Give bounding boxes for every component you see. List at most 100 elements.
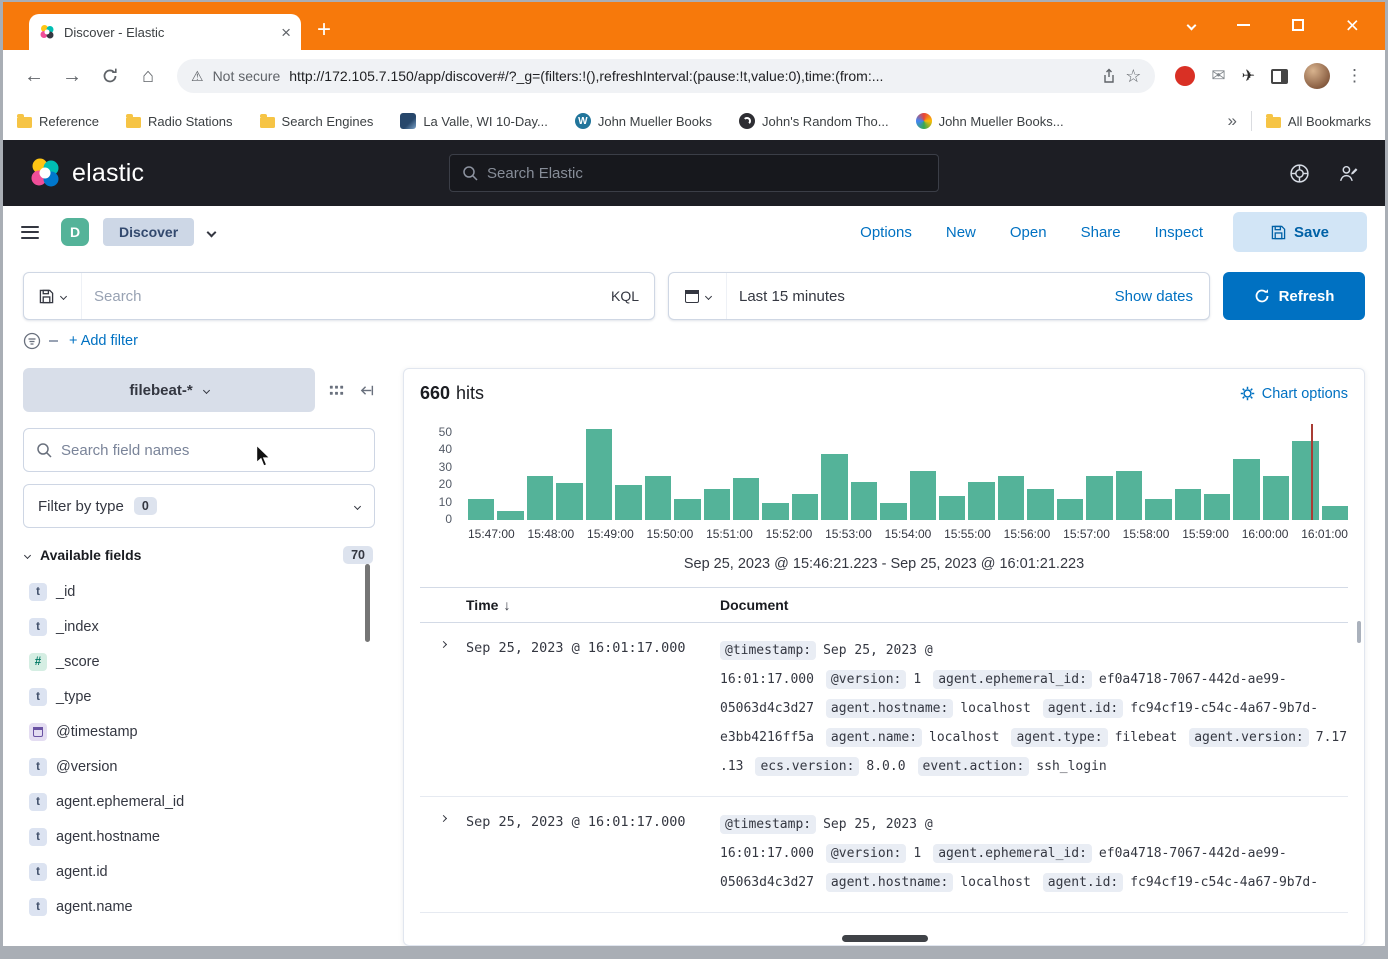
time-column-header[interactable]: Time ↓ xyxy=(420,597,720,613)
hits-label: hits xyxy=(456,383,484,404)
field-type-string-icon: t xyxy=(29,583,47,601)
field-name: agent.hostname xyxy=(56,829,160,845)
new-tab-button[interactable]: + xyxy=(317,18,331,42)
kql-badge[interactable]: KQL xyxy=(596,288,654,304)
extension-red-circle-icon[interactable] xyxy=(1175,66,1195,86)
nav-link-new[interactable]: New xyxy=(946,224,976,241)
histogram-chart[interactable]: 01020304050 15:47:0015:48:0015:49:0015:5… xyxy=(420,424,1348,541)
extension-mail-icon[interactable]: ✉ xyxy=(1211,66,1225,86)
query-search-input[interactable] xyxy=(82,288,596,305)
maximize-button[interactable] xyxy=(1292,19,1304,31)
field-item[interactable]: t@version xyxy=(23,749,375,784)
reload-button[interactable] xyxy=(93,60,127,92)
window-chevron-down-icon[interactable] xyxy=(1188,16,1195,34)
refresh-button[interactable]: Refresh xyxy=(1223,272,1365,320)
minimize-button[interactable] xyxy=(1237,24,1250,26)
field-search-input[interactable] xyxy=(61,442,362,459)
field-item[interactable]: tagent.id xyxy=(23,854,375,889)
bookmarks-overflow-icon[interactable]: » xyxy=(1227,111,1236,131)
hamburger-menu-icon[interactable] xyxy=(21,226,39,239)
field-value: 1 xyxy=(913,672,921,687)
url-text[interactable]: http://172.105.7.150/app/discover#/?_g=(… xyxy=(289,68,1091,84)
field-value: 1 xyxy=(913,846,921,861)
filter-by-type-select[interactable]: Filter by type 0 xyxy=(23,484,375,528)
browser-menu-kebab-icon[interactable]: ⋮ xyxy=(1346,66,1363,86)
nav-link-open[interactable]: Open xyxy=(1010,224,1047,241)
field-item[interactable]: #_score xyxy=(23,644,375,679)
saved-query-menu-button[interactable] xyxy=(24,273,82,319)
y-axis-label: 10 xyxy=(439,495,452,509)
collapse-sidebar-icon[interactable] xyxy=(358,382,375,399)
add-filter-link[interactable]: + Add filter xyxy=(69,333,138,349)
save-button[interactable]: Save xyxy=(1233,212,1367,252)
field-name: agent.ephemeral_id xyxy=(56,794,184,810)
bookmark-item[interactable]: La Valle, WI 10-Day... xyxy=(400,113,548,129)
index-pattern-picker[interactable]: filebeat-* xyxy=(23,368,315,412)
all-bookmarks-button[interactable]: All Bookmarks xyxy=(1266,114,1371,129)
forward-button[interactable]: → xyxy=(55,60,89,92)
side-panel-icon[interactable] xyxy=(1271,69,1288,84)
field-item[interactable]: @timestamp xyxy=(23,714,375,749)
nav-link-share[interactable]: Share xyxy=(1081,224,1121,241)
home-button[interactable]: ⌂ xyxy=(131,60,165,92)
expand-row-toggle[interactable] xyxy=(420,810,466,897)
sidebar-top-row: filebeat-* xyxy=(23,368,375,412)
user-settings-icon[interactable] xyxy=(1338,163,1359,184)
share-icon[interactable] xyxy=(1100,68,1116,84)
expand-row-toggle[interactable] xyxy=(420,636,466,781)
browser-tab[interactable]: Discover - Elastic × xyxy=(29,14,301,50)
chart-options-button[interactable]: Chart options xyxy=(1240,386,1348,402)
field-type-string-icon: t xyxy=(29,828,47,846)
space-avatar[interactable]: D xyxy=(61,218,89,246)
warning-icon[interactable]: ⚠ xyxy=(191,68,204,85)
field-value: localhost xyxy=(960,875,1030,890)
sort-descending-icon[interactable]: ↓ xyxy=(503,597,510,613)
bookmark-item[interactable]: Reference xyxy=(17,114,99,129)
security-label: Not secure xyxy=(213,68,281,84)
profile-avatar[interactable] xyxy=(1304,63,1330,89)
bookmark-item[interactable]: John's Random Tho... xyxy=(739,113,889,129)
date-quick-menu-button[interactable] xyxy=(669,273,727,319)
help-lifering-icon[interactable] xyxy=(1289,163,1310,184)
field-item[interactable]: tagent.name xyxy=(23,889,375,924)
field-list: t_idt_index#_scoret_type@timestampt@vers… xyxy=(23,574,375,924)
field-item[interactable]: t_id xyxy=(23,574,375,609)
nav-link-inspect[interactable]: Inspect xyxy=(1155,224,1203,241)
field-item[interactable]: t_index xyxy=(23,609,375,644)
histogram-bar xyxy=(851,482,877,520)
global-search[interactable]: Search Elastic xyxy=(449,154,939,192)
horizontal-scrollbar-thumb[interactable] xyxy=(842,935,928,942)
histogram-bar xyxy=(792,494,818,520)
nav-link-options[interactable]: Options xyxy=(860,224,912,241)
tab-close-icon[interactable]: × xyxy=(281,24,291,41)
bookmark-star-icon[interactable]: ☆ xyxy=(1125,66,1141,87)
bookmark-label: John Mueller Books... xyxy=(939,114,1064,129)
address-bar[interactable]: ⚠ Not secure http://172.105.7.150/app/di… xyxy=(177,59,1155,93)
field-value: filebeat xyxy=(1115,730,1178,745)
x-axis-label: 16:01:00 xyxy=(1301,527,1348,541)
table-scrollbar-thumb[interactable] xyxy=(1357,621,1361,643)
histogram-bar xyxy=(645,476,671,520)
breadcrumb[interactable]: Discover xyxy=(103,218,194,246)
available-fields-header[interactable]: Available fields 70 xyxy=(23,546,375,564)
elastic-brand[interactable]: elastic xyxy=(29,157,144,189)
bookmark-item[interactable]: John Mueller Books... xyxy=(916,113,1064,129)
show-dates-link[interactable]: Show dates xyxy=(1115,288,1209,305)
time-cell: Sep 25, 2023 @ 16:01:17.000 xyxy=(466,636,720,781)
filter-icon[interactable] xyxy=(23,332,41,350)
bookmark-item[interactable]: Radio Stations xyxy=(126,114,233,129)
field-item[interactable]: t_type xyxy=(23,679,375,714)
field-item[interactable]: t agent.hostname xyxy=(23,819,375,854)
bookmark-item[interactable]: John Mueller Books xyxy=(575,113,712,129)
close-window-button[interactable]: × xyxy=(1346,15,1359,35)
back-button[interactable]: ← xyxy=(17,60,51,92)
bookmark-item[interactable]: Search Engines xyxy=(260,114,374,129)
time-range-value[interactable]: Last 15 minutes xyxy=(739,288,845,305)
extension-dark-icon[interactable]: ✈ xyxy=(1242,66,1255,86)
grid-dots-icon[interactable] xyxy=(328,382,345,399)
field-item[interactable]: tagent.ephemeral_id xyxy=(23,784,375,819)
available-fields-count-badge: 70 xyxy=(343,546,373,564)
breadcrumb-chevron-icon[interactable] xyxy=(208,229,215,236)
sidebar-scrollbar-thumb[interactable] xyxy=(365,564,370,642)
chart-options-label: Chart options xyxy=(1262,386,1348,402)
